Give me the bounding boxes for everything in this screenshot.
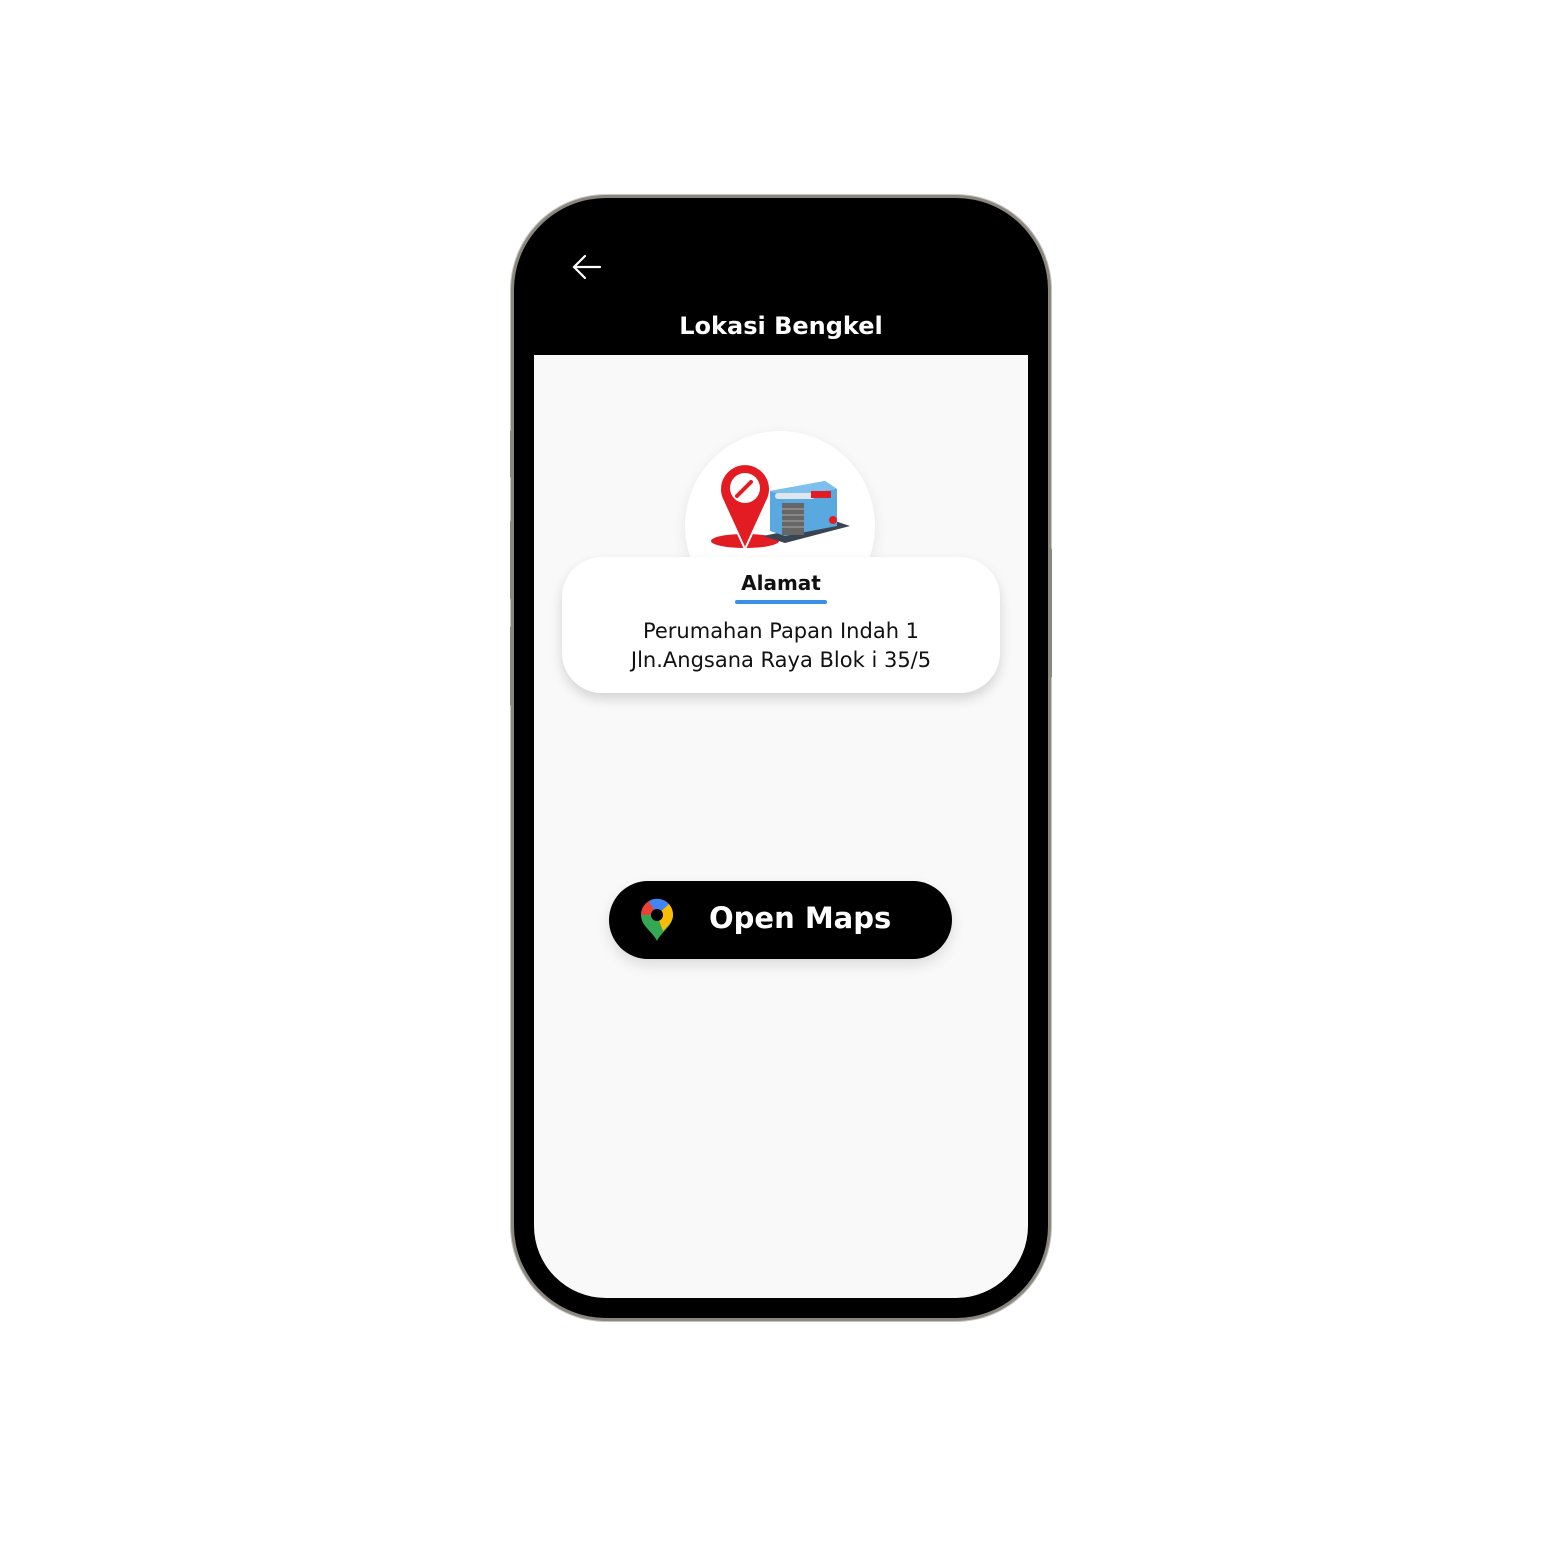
address-text: Perumahan Papan Indah 1 Jln.Angsana Raya… bbox=[562, 617, 1000, 675]
google-maps-icon bbox=[640, 898, 674, 941]
volume-down-button bbox=[510, 626, 514, 706]
back-button[interactable] bbox=[570, 252, 604, 282]
address-line-1: Perumahan Papan Indah 1 bbox=[642, 619, 920, 643]
mute-switch bbox=[510, 430, 514, 478]
volume-up-button bbox=[510, 520, 514, 600]
label-underline bbox=[735, 600, 827, 604]
page-title: Lokasi Bengkel bbox=[679, 312, 883, 340]
address-line-2: Jln.Angsana Raya Blok i 35/5 bbox=[630, 648, 932, 672]
open-maps-label: Open Maps bbox=[709, 901, 892, 935]
arrow-left-icon bbox=[572, 254, 602, 280]
open-maps-button[interactable]: Open Maps bbox=[609, 881, 952, 959]
address-card: Alamat Perumahan Papan Indah 1 Jln.Angsa… bbox=[562, 557, 1000, 693]
address-label: Alamat bbox=[741, 571, 821, 595]
power-button bbox=[1048, 548, 1052, 678]
